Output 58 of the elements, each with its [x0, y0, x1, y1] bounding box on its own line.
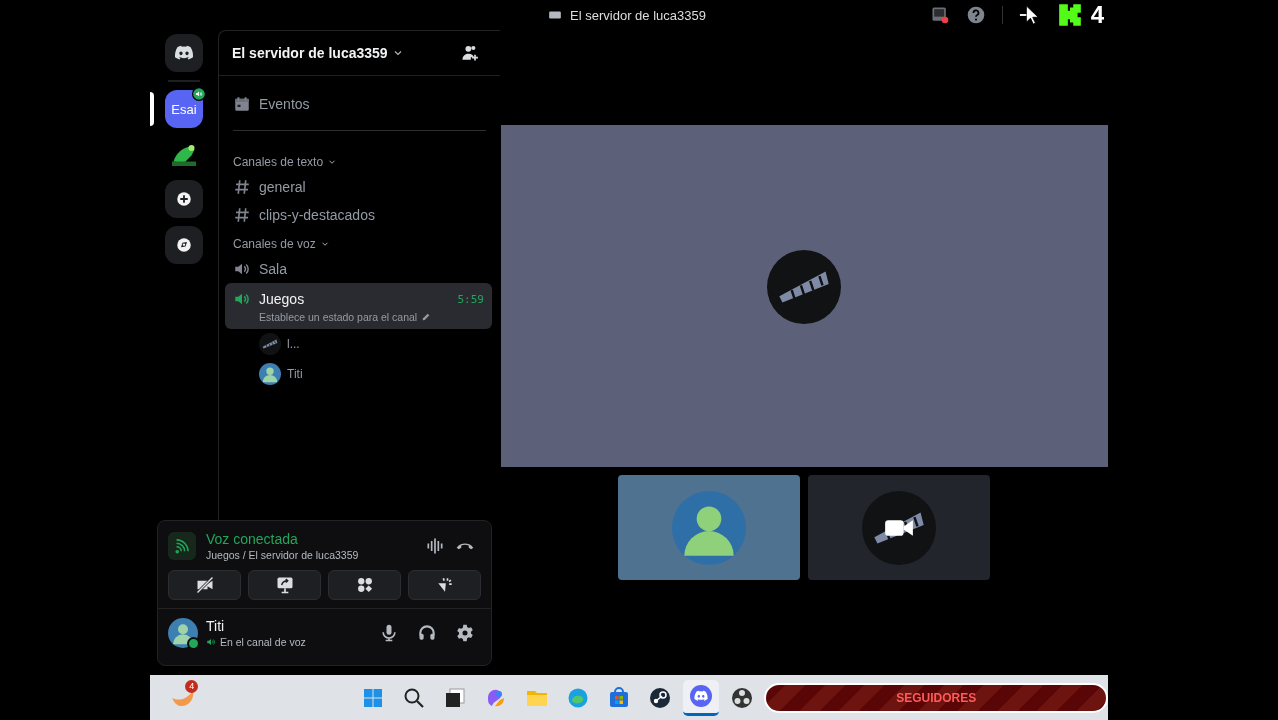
main-video-tile[interactable] [500, 125, 1108, 467]
connection-location[interactable]: Juegos / El servidor de luca3359 [206, 549, 415, 561]
member-name[interactable]: l... [287, 337, 300, 351]
invite-icon[interactable] [460, 43, 480, 63]
add-server-button[interactable] [165, 180, 203, 218]
pencil-icon[interactable] [421, 312, 432, 322]
sound-wave-icon[interactable] [425, 536, 445, 556]
category-label[interactable]: Canales de texto [233, 155, 324, 169]
notification-badge: 4 [185, 679, 199, 693]
connection-status: Voz conectada [206, 531, 299, 547]
participant-tile[interactable] [808, 475, 990, 580]
taskbar-button[interactable]: 4 [166, 679, 201, 716]
camera-button[interactable] [168, 570, 241, 600]
plus-icon [175, 190, 193, 208]
home-button[interactable] [165, 34, 203, 72]
avatar-icon[interactable] [168, 618, 198, 648]
hash-icon [233, 178, 251, 196]
headphones-icon[interactable] [417, 623, 437, 643]
avatar-icon [259, 363, 281, 385]
help-icon[interactable] [965, 5, 986, 25]
steam-icon [648, 685, 673, 710]
discord-logo-icon [689, 684, 714, 708]
soundboard-button[interactable] [408, 570, 481, 600]
channel-status-hint: Establece un estado para el canal [259, 311, 418, 323]
calendar-icon [233, 95, 251, 113]
discover-button[interactable] [165, 226, 203, 264]
activities-button[interactable] [328, 570, 401, 600]
channel-item[interactable]: Juegos 5:59 Establece un estado para el canal [225, 283, 492, 329]
hash-icon [233, 206, 251, 224]
server-name-button[interactable]: El servidor de luca3359 [232, 45, 404, 61]
window-title: El servidor de luca3359 [570, 7, 706, 23]
member-name[interactable]: Titi [287, 367, 303, 381]
call-timer: 5:59 [457, 292, 484, 306]
avatar-icon [767, 250, 841, 324]
cursor-icon [1018, 4, 1041, 26]
camera-icon [862, 490, 936, 565]
events-link[interactable]: Eventos [259, 96, 310, 112]
channel-item[interactable]: Sala [225, 255, 492, 283]
user-status: En el canal de voz [220, 636, 306, 648]
participant-tile[interactable] [618, 475, 800, 580]
speaker-icon [206, 637, 216, 647]
letter-k-logo-icon [1056, 2, 1083, 28]
microphone-icon[interactable] [379, 623, 399, 643]
channel-item[interactable]: clips-y-destacados [225, 201, 492, 229]
avatar-icon [672, 490, 746, 565]
user-name: Titi [206, 618, 226, 634]
camera-off-icon [194, 575, 215, 595]
stacked-squares-icon [443, 685, 468, 710]
server-button[interactable]: Esai [165, 90, 203, 128]
channel-item[interactable]: general [225, 173, 492, 201]
overlay-counter: 4 [1090, 1, 1104, 29]
signal-icon [168, 532, 196, 560]
category-label[interactable]: Canales de voz [233, 237, 316, 251]
settings-icon[interactable] [455, 623, 475, 643]
goal-bar: SEGUIDORES [764, 682, 1108, 713]
compass-icon [175, 236, 193, 254]
avatar-icon [259, 333, 281, 355]
share-screen-button[interactable] [248, 570, 321, 600]
